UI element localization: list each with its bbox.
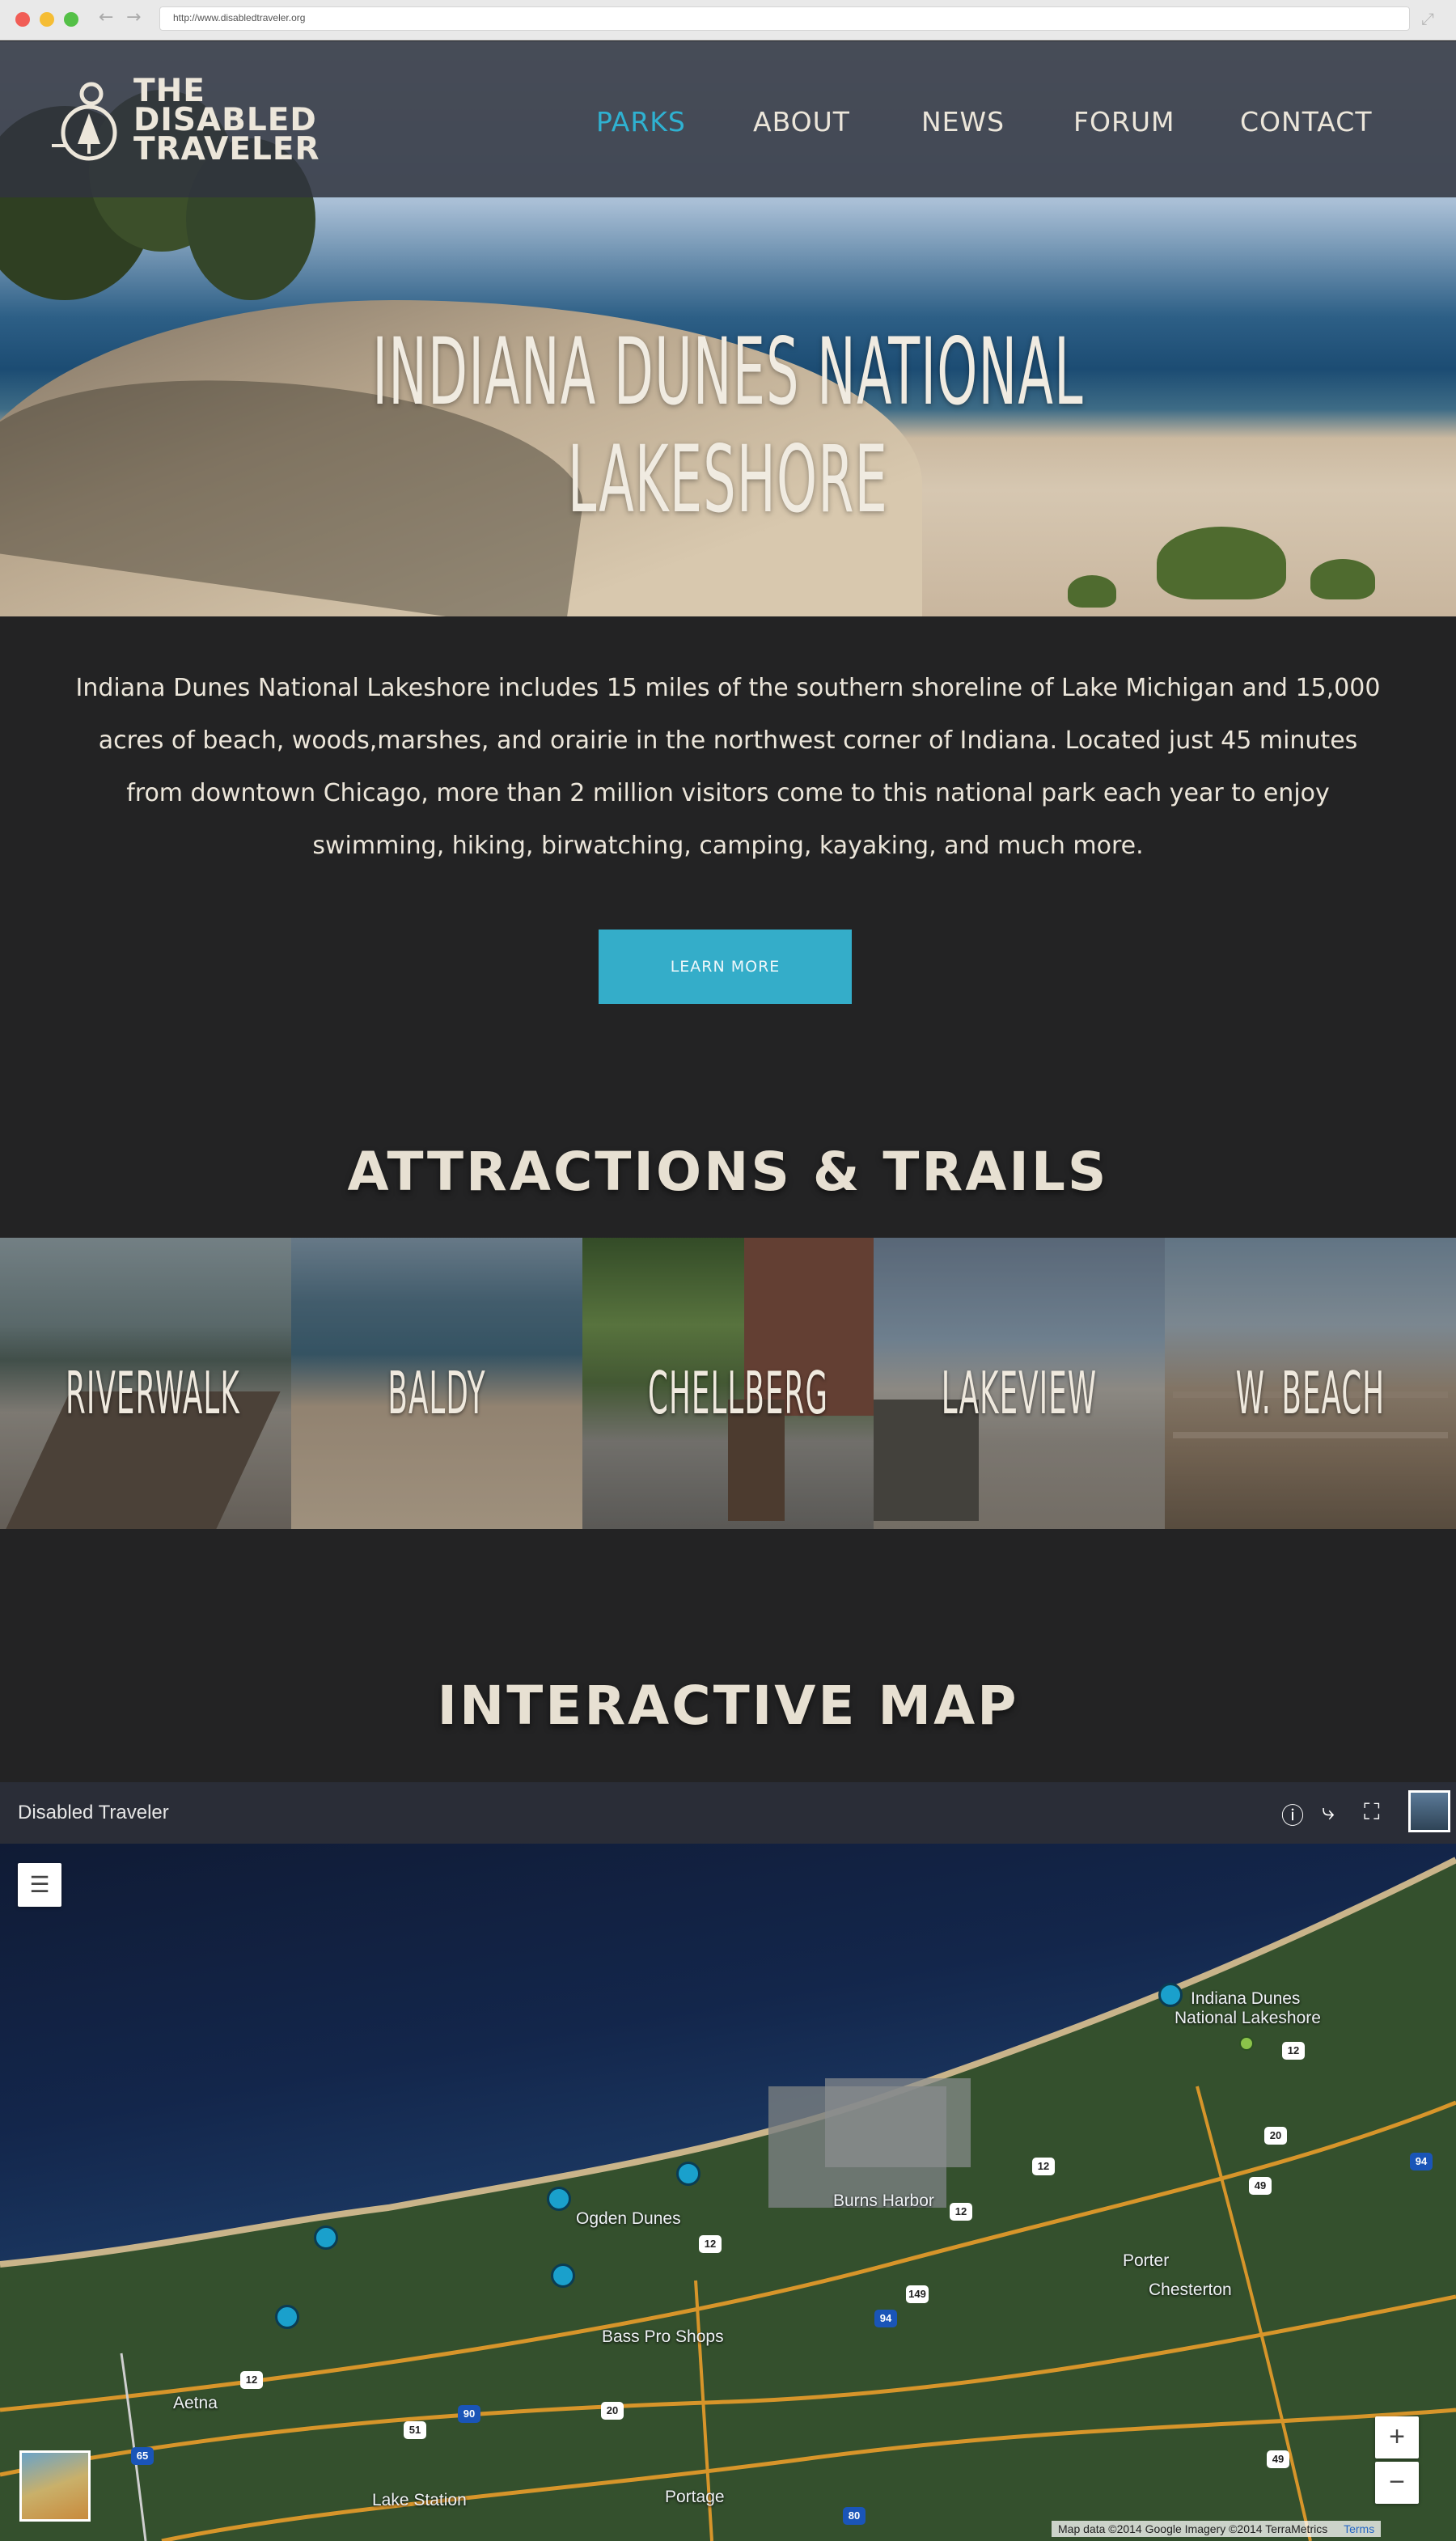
route-shield: 12 [699,2235,722,2253]
map-terrain [0,1857,1456,2541]
hero-banner: THE DISABLED TRAVELER PARKS ABOUT NEWS F… [0,41,1456,616]
learn-more-button[interactable]: LEARN MORE [599,930,852,1004]
page-title: INDIANA DUNES NATIONAL LAKESHORE [372,318,1084,533]
tile-label: W. BEACH [1235,1359,1386,1427]
tile-lakeview[interactable]: LAKEVIEW [874,1238,1165,1529]
interactive-map[interactable]: ☰ Indiana Dunes National Lakeshore Ogden… [0,1844,1456,2541]
park-marker-icon[interactable] [1239,2036,1254,2051]
tile-chellberg[interactable]: CHELLBERG [582,1238,874,1529]
route-shield: 20 [1264,2127,1287,2145]
route-shield: 20 [601,2402,624,2420]
attractions-grid: RIVERWALK BALDY CHELLBERG LAKEVIEW W. BE… [0,1238,1456,1529]
map-pin-icon[interactable] [551,2264,575,2288]
place-label: Lake Station [372,2491,467,2509]
back-arrow-icon[interactable]: ← [99,7,113,28]
map-pin-icon[interactable] [314,2225,338,2250]
tile-label: LAKEVIEW [941,1359,1098,1427]
route-shield: 80 [843,2507,866,2525]
route-shield: 12 [1282,2042,1305,2060]
forward-arrow-icon[interactable]: → [126,7,141,28]
close-window-button[interactable] [15,12,30,27]
place-label: Bass Pro Shops [602,2327,724,2346]
route-shield: 49 [1267,2450,1289,2468]
tile-baldy[interactable]: BALDY [291,1238,582,1529]
minimize-window-button[interactable] [40,12,54,27]
map-pin-icon[interactable] [676,2162,700,2186]
map-heading: INTERACTIVE MAP [437,1675,1019,1737]
map-pin-icon[interactable] [275,2305,299,2329]
map-attribution: Map data ©2014 Google Imagery ©2014 Terr… [1052,2521,1382,2537]
nav-news[interactable]: NEWS [921,106,1005,138]
place-label: Indiana Dunes [1191,1989,1301,2008]
place-label: Aetna [173,2394,218,2412]
nav-parks[interactable]: PARKS [596,106,686,138]
address-bar[interactable]: http://www.disabledtraveler.org [159,6,1410,31]
tile-riverwalk[interactable]: RIVERWALK [0,1238,291,1529]
tile-label: BALDY [387,1359,486,1427]
route-shield: 12 [1032,2158,1055,2175]
route-shield: 51 [404,2421,426,2439]
place-label: Chesterton [1149,2281,1232,2299]
satellite-toggle-thumbnail[interactable] [19,2450,91,2522]
map-pin-icon[interactable] [547,2187,571,2211]
place-label: National Lakeshore [1175,2009,1321,2027]
expand-icon[interactable]: ⤢ [1421,9,1434,28]
nav-contact[interactable]: CONTACT [1240,106,1373,138]
place-label: Porter [1123,2251,1170,2270]
map-toolbar: Disabled Traveler ⓘ ⤷ ⛶ [0,1782,1456,1844]
tile-label: CHELLBERG [648,1359,829,1427]
share-icon[interactable]: ⤷ [1322,1798,1335,1826]
nav-forum[interactable]: FORUM [1073,106,1175,138]
route-shield: 94 [874,2310,897,2327]
zoom-window-button[interactable] [64,12,78,27]
route-shield: 12 [950,2203,972,2221]
place-label: Burns Harbor [833,2192,934,2210]
logo-line: TRAVELER [133,131,320,167]
terms-link[interactable]: Terms [1344,2522,1374,2535]
map-title: Disabled Traveler [18,1802,169,1823]
logo-icon[interactable] [52,79,125,163]
shrub [1157,527,1286,599]
map-credit-text: Map data ©2014 Google Imagery ©2014 Terr… [1058,2522,1328,2535]
route-shield: 94 [1410,2153,1433,2170]
info-icon[interactable]: ⓘ [1281,1798,1304,1831]
shrub [1068,575,1116,608]
route-shield: 90 [458,2405,480,2423]
map-pin-icon[interactable] [1158,1983,1183,2007]
avatar[interactable] [1408,1790,1450,1832]
shrub [1310,559,1375,599]
zoom-out-button[interactable]: − [1375,2462,1419,2504]
zoom-in-button[interactable]: + [1375,2416,1419,2458]
site-logo-text[interactable]: THE DISABLED TRAVELER [133,75,320,167]
browser-chrome: ← → http://www.disabledtraveler.org ⤢ [0,0,1456,40]
nav-about[interactable]: ABOUT [753,106,850,138]
tile-w-beach[interactable]: W. BEACH [1165,1238,1456,1529]
route-shield: 65 [131,2447,154,2465]
place-label: Ogden Dunes [576,2209,681,2228]
route-shield: 12 [240,2371,263,2389]
attractions-heading: ATTRACTIONS & TRAILS [347,1141,1109,1203]
route-shield: 49 [1249,2177,1272,2195]
tile-label: RIVERWALK [66,1359,240,1427]
place-label: Portage [665,2488,725,2506]
route-shield: 149 [906,2285,929,2303]
intro-paragraph: Indiana Dunes National Lakeshore include… [75,674,1381,860]
fullscreen-icon[interactable]: ⛶ [1364,1798,1380,1826]
site-header: THE DISABLED TRAVELER PARKS ABOUT NEWS F… [0,41,1456,197]
layers-list-icon[interactable]: ☰ [18,1863,61,1907]
